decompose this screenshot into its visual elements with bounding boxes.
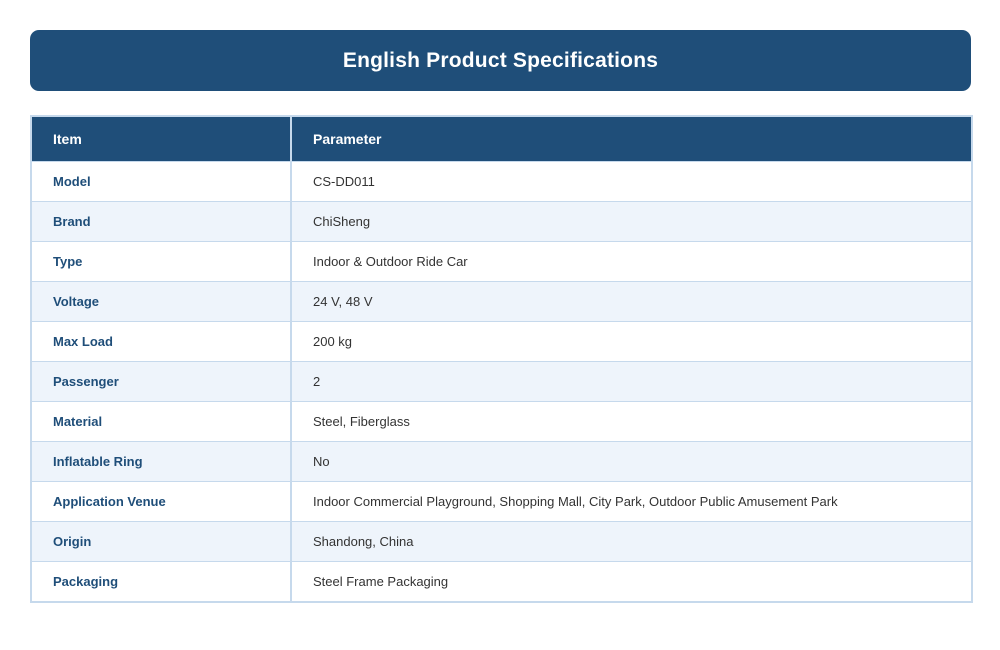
spec-parameter-cell: Shandong, China [291, 521, 972, 562]
page-title: English Product Specifications [342, 48, 659, 72]
spec-parameter-cell: CS-DD011 [291, 161, 972, 202]
spec-item-cell: Inflatable Ring [31, 441, 292, 482]
spec-item-cell: Application Venue [31, 481, 292, 522]
table-row: Packaging Steel Frame Packaging [31, 561, 972, 602]
spec-parameter-cell: Steel Frame Packaging [291, 561, 972, 602]
table-row: Passenger 2 [31, 361, 972, 402]
column-header-item: Item [31, 116, 292, 162]
spec-item-cell: Voltage [31, 281, 292, 322]
spec-item-cell: Max Load [31, 321, 292, 362]
spec-item-cell: Packaging [31, 561, 292, 602]
table-row: Type Indoor & Outdoor Ride Car [31, 241, 972, 282]
spec-parameter-cell: 24 V, 48 V [291, 281, 972, 322]
spec-item-cell: Model [31, 161, 292, 202]
table-row: Origin Shandong, China [31, 521, 972, 562]
spec-parameter-cell: No [291, 441, 972, 482]
spec-parameter-cell: ChiSheng [291, 201, 972, 242]
spec-parameter-cell: Indoor Commercial Playground, Shopping M… [291, 481, 972, 522]
table-row: Application Venue Indoor Commercial Play… [31, 481, 972, 522]
spec-parameter-cell: Steel, Fiberglass [291, 401, 972, 442]
table-row: Inflatable Ring No [31, 441, 972, 482]
table-row: Max Load 200 kg [31, 321, 972, 362]
spec-parameter-cell: 2 [291, 361, 972, 402]
table-row: Material Steel, Fiberglass [31, 401, 972, 442]
spec-parameter-cell: 200 kg [291, 321, 972, 362]
title-banner: English Product Specifications [30, 30, 971, 91]
spec-parameter-cell: Indoor & Outdoor Ride Car [291, 241, 972, 282]
spec-item-cell: Type [31, 241, 292, 282]
table-header-row: Item Parameter [31, 116, 972, 162]
spec-item-cell: Passenger [31, 361, 292, 402]
spec-item-cell: Origin [31, 521, 292, 562]
table-row: Voltage 24 V, 48 V [31, 281, 972, 322]
table-row: Model CS-DD011 [31, 161, 972, 202]
spec-item-cell: Material [31, 401, 292, 442]
column-header-parameter: Parameter [291, 116, 972, 162]
table-row: Brand ChiSheng [31, 201, 972, 242]
spec-table: Item Parameter Model CS-DD011 Brand ChiS… [30, 115, 973, 603]
spec-item-cell: Brand [31, 201, 292, 242]
